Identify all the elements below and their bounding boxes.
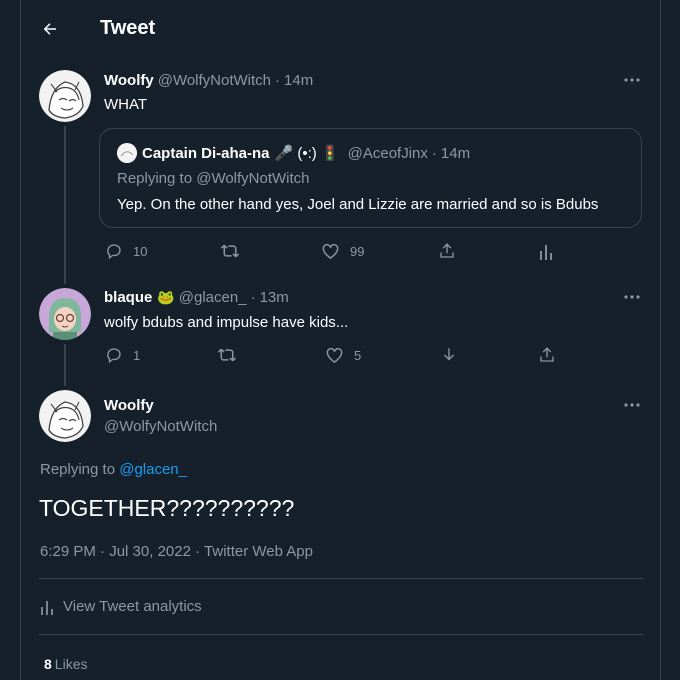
like-button[interactable]: 5 (325, 346, 361, 364)
avatar-woolfy[interactable] (39, 70, 91, 122)
page-header: Tweet (21, 0, 660, 57)
more-icon (624, 295, 640, 299)
author-name[interactable]: Woolfy (104, 72, 154, 89)
share-icon (540, 347, 554, 362)
like-count: 99 (350, 243, 365, 259)
separator-dot: · (100, 543, 110, 560)
thread-line (64, 344, 66, 386)
retweet-icon (217, 348, 237, 362)
more-button[interactable] (618, 70, 646, 90)
separator-dot: · (275, 72, 281, 89)
author-handle[interactable]: @glacen_ (179, 289, 247, 306)
like-button[interactable]: 99 (321, 242, 364, 260)
reply-button[interactable]: 10 (105, 242, 147, 260)
divider (39, 578, 643, 579)
author-name[interactable]: blaque (104, 289, 152, 306)
likes-number: 8 (44, 656, 52, 672)
share-button[interactable] (438, 242, 456, 260)
download-icon (444, 348, 454, 361)
quote-avatar (117, 143, 137, 163)
download-button[interactable] (440, 346, 458, 364)
quote-name-emoji: 🎤 (•:) 🚦 (274, 145, 340, 162)
quote-text: Yep. On the other hand yes, Joel and Liz… (117, 196, 599, 213)
like-count: 5 (354, 347, 362, 363)
quote-author-name: Captain Di-aha-na (142, 144, 270, 162)
page-title: Tweet (100, 17, 156, 39)
tweet-meta: 6:29 PM · Jul 30, 2022 · Twitter Web App (40, 543, 313, 560)
likes-count-link[interactable]: 8 Likes (44, 656, 87, 672)
reply-button[interactable]: 1 (105, 346, 140, 364)
avatar-woolfy[interactable] (39, 390, 91, 442)
separator-dot: · (195, 543, 205, 560)
main-author-handle-row: @WolfyNotWitch (100, 418, 217, 435)
analytics-label: View Tweet analytics (63, 598, 202, 615)
more-button[interactable] (618, 287, 646, 307)
quote-author-handle: @AceofJinx (347, 144, 428, 162)
replying-to: Replying to @glacen_ (40, 461, 187, 478)
author-handle[interactable]: @WolfyNotWitch (104, 418, 217, 435)
tweet-timestamp[interactable]: 6:29 PM (40, 543, 96, 560)
thread-line (64, 126, 66, 284)
analytics-button[interactable] (538, 242, 554, 260)
tweet-source[interactable]: Twitter Web App (204, 543, 313, 560)
tweet-column: Tweet Woolfy @WolfyNotWitch · 14m WHAT C… (20, 0, 661, 680)
tweet-text: wolfy bdubs and impulse have kids... (104, 314, 349, 331)
quote-time: 14m (440, 144, 471, 162)
retweet-button[interactable] (217, 346, 237, 364)
main-author-name-row: Woolfy (104, 397, 154, 414)
like-icon (326, 347, 343, 363)
tweet-text: WHAT (104, 96, 148, 113)
analytics-icon (41, 600, 53, 615)
reply-count: 10 (133, 243, 148, 259)
replying-link[interactable]: @glacen_ (119, 461, 187, 478)
back-button[interactable] (35, 14, 65, 44)
share-icon (440, 243, 454, 258)
retweet-icon (220, 244, 240, 258)
tweet2-header: blaque 🐸 @glacen_ · 13m (104, 289, 289, 306)
back-arrow-icon (43, 23, 56, 35)
likes-label: Likes (54, 656, 88, 672)
author-handle[interactable]: @WolfyNotWitch (158, 72, 271, 89)
author-name[interactable]: Woolfy (104, 397, 154, 414)
separator-dot: · (250, 289, 256, 306)
quoted-tweet[interactable]: Captain Di-aha-na 🎤 (•:) 🚦 @AceofJinx · … (99, 128, 642, 228)
frog-emoji-icon: 🐸 (157, 289, 175, 305)
tweet-date[interactable]: Jul 30, 2022 (109, 543, 191, 560)
quote-replying-to: Replying to @WolfyNotWitch (117, 170, 310, 187)
tweet1-header: Woolfy @WolfyNotWitch · 14m (104, 72, 313, 89)
share-button[interactable] (538, 346, 556, 364)
main-tweet-text: TOGETHER?????????? (39, 495, 295, 521)
tweet-time[interactable]: 13m (260, 289, 289, 306)
avatar-blaque[interactable] (39, 288, 91, 340)
view-analytics-link[interactable]: View Tweet analytics (40, 598, 202, 615)
reply-icon (107, 244, 121, 260)
analytics-icon (540, 245, 552, 260)
reply-count: 1 (133, 347, 141, 363)
separator-dot: · (431, 144, 437, 162)
tweet-time[interactable]: 14m (284, 72, 313, 89)
more-icon (624, 78, 640, 82)
retweet-button[interactable] (220, 242, 240, 260)
divider (39, 634, 643, 635)
replying-prefix: Replying to (40, 461, 120, 478)
reply-icon (107, 348, 121, 364)
like-icon (322, 243, 339, 259)
quote-header: Captain Di-aha-na 🎤 (•:) 🚦 @AceofJinx · … (142, 144, 471, 163)
more-icon (624, 403, 640, 407)
more-button[interactable] (618, 395, 646, 415)
